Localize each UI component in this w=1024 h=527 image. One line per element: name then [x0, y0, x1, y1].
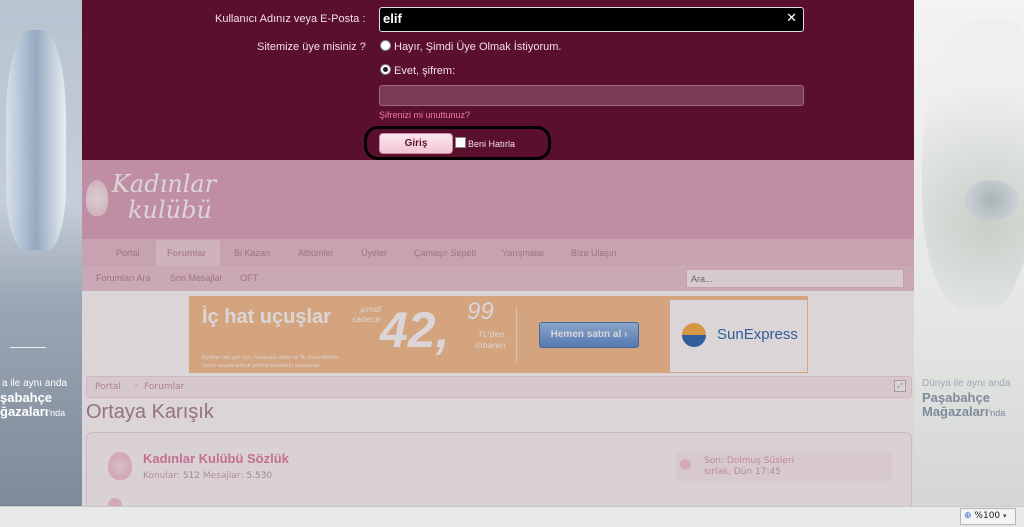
logo[interactable]: Kadınlar kulübü	[84, 170, 224, 230]
member-question-label: Sitemize üye misiniz ?	[257, 41, 366, 53]
zoom-control[interactable]: ⊕ %100 ▾	[960, 508, 1016, 525]
sun-logo-icon	[682, 323, 706, 347]
forum-stats: Konular: 512 Mesajlar: 5.530	[143, 471, 272, 481]
logo-line1: Kadınlar	[112, 170, 217, 198]
login-button-label: Giriş	[404, 138, 428, 149]
banner-divider	[516, 306, 517, 364]
glass-image	[6, 30, 66, 250]
remember-checkbox[interactable]	[455, 137, 466, 148]
option-yes-label: Evet, şifrem:	[394, 65, 456, 77]
zoom-in-icon: ⊕	[964, 511, 972, 521]
last-post-label: Son:	[704, 456, 724, 466]
left-ad-brand2: ğazaları	[0, 404, 49, 419]
succulent-image	[964, 180, 1019, 220]
page-title: Ortaya Karışık	[86, 401, 214, 423]
nav-portal[interactable]: Portal	[116, 248, 140, 258]
banner-price-suffix2: itibaren	[475, 341, 506, 350]
banner-cta-label: Hemen satın al ›	[550, 329, 628, 340]
radio-member[interactable]	[380, 64, 391, 75]
radio-no-member[interactable]	[380, 40, 391, 51]
sunexpress-brand: SunExpress	[717, 326, 798, 343]
breadcrumb-forumlar[interactable]: Forumlar	[144, 382, 184, 392]
last-post-user[interactable]: sırlak,	[704, 467, 731, 477]
banner-cta-button[interactable]: Hemen satın al ›	[539, 322, 639, 348]
subnav-oft[interactable]: OFT	[240, 273, 258, 283]
chevron-down-icon: ▾	[1003, 512, 1007, 520]
breadcrumb	[86, 376, 912, 398]
nav-uyeler[interactable]: Üyeler	[361, 248, 387, 258]
last-post-meta: sırlak, Dün 17:45	[704, 467, 781, 477]
right-ad-suffix: 'nda	[988, 408, 1006, 418]
signature-mark	[10, 335, 46, 348]
last-post-time: Dün 17:45	[733, 467, 781, 477]
clear-icon[interactable]: ✕	[786, 11, 797, 26]
banner-price-prefix2: sadece	[352, 315, 381, 324]
last-post-line: Son: Dolmuş Süsleri	[704, 456, 794, 466]
nav-bi-kazan[interactable]: Bi Kazan	[234, 248, 270, 258]
zoom-level: %100	[974, 511, 1001, 521]
banner-price-cents: 99	[467, 298, 494, 325]
forum-row-2-partial	[108, 498, 428, 506]
username-value: elif	[383, 11, 402, 26]
right-ad-line1: Dünya ile aynı anda	[922, 378, 1011, 389]
stats-posts-value: 5.530	[246, 471, 273, 481]
remember-label: Beni Hatırla	[468, 139, 516, 149]
subnav-forum-search[interactable]: Forumları Ara	[96, 273, 151, 283]
search-input[interactable]	[686, 269, 904, 288]
nav-forumlar[interactable]: Forumlar	[167, 248, 206, 258]
password-field[interactable]	[379, 85, 804, 106]
logo-flower-icon	[86, 180, 108, 216]
banner-fine-print-2: Sınırlı sayıda koltuk şartsız kuraldaki …	[202, 363, 321, 369]
forgot-password-link[interactable]: Şifrenizi mi unuttunuz?	[379, 110, 470, 120]
breadcrumb-separator-icon: ›	[134, 380, 138, 391]
last-post-title[interactable]: Dolmuş Süsleri	[727, 456, 794, 466]
username-field[interactable]: elif ✕	[379, 7, 804, 32]
login-button[interactable]: Giriş	[379, 133, 453, 154]
forum-flower-icon	[108, 452, 132, 480]
banner-price-prefix1: şimdi	[360, 305, 382, 314]
banner-fine-print-1: Fiyatlar tek yön için, havayolu dahil ve…	[202, 355, 340, 361]
left-ad-brand: şabahçe	[0, 390, 53, 405]
subnav-recent-posts[interactable]: Son Mesajlar	[170, 273, 223, 283]
left-ad-line1: a ile aynı anda	[2, 378, 68, 389]
right-side-ad[interactable]: Dünya ile aynı anda Paşabahçe Mağazaları…	[914, 0, 1024, 506]
nav-yarismalar[interactable]: Yarışmalar	[502, 248, 545, 258]
banner-price-main: 42,	[380, 302, 450, 358]
nav-bize-ulasin[interactable]: Bize Ulaşın	[571, 248, 617, 258]
nav-camasir-sepeti[interactable]: Çamaşır Sepeti	[414, 248, 476, 258]
vase-image	[922, 20, 1024, 310]
nav-albumler[interactable]: Albümler	[298, 248, 334, 258]
stats-threads-label: Konular:	[143, 471, 180, 481]
right-ad-brand: Paşabahçe	[922, 390, 990, 405]
zoom-corner-icon[interactable]: ⤢	[894, 380, 906, 392]
stats-posts-label: Mesajlar:	[202, 471, 244, 481]
browser-status-bar	[0, 506, 1024, 527]
last-post-icon	[680, 459, 691, 470]
forum-title-link[interactable]: Kadınlar Kulübü Sözlük	[143, 451, 289, 466]
breadcrumb-portal[interactable]: Portal	[95, 382, 121, 392]
left-side-ad[interactable]: a ile aynı anda şabahçe ğazaları'nda	[0, 0, 82, 506]
right-ad-brand2: Mağazaları	[922, 404, 989, 419]
logo-line2: kulübü	[128, 196, 212, 224]
banner-price-suffix1: TL'den	[478, 330, 505, 339]
left-ad-suffix: 'nda	[48, 408, 66, 418]
banner-headline: İç hat uçuşlar	[202, 306, 331, 328]
option-no-label: Hayır, Şimdi Üye Olmak İstiyorum.	[394, 41, 562, 53]
username-label: Kullanıcı Adınız veya E-Posta :	[215, 13, 366, 25]
stats-threads-value: 512	[182, 471, 201, 481]
